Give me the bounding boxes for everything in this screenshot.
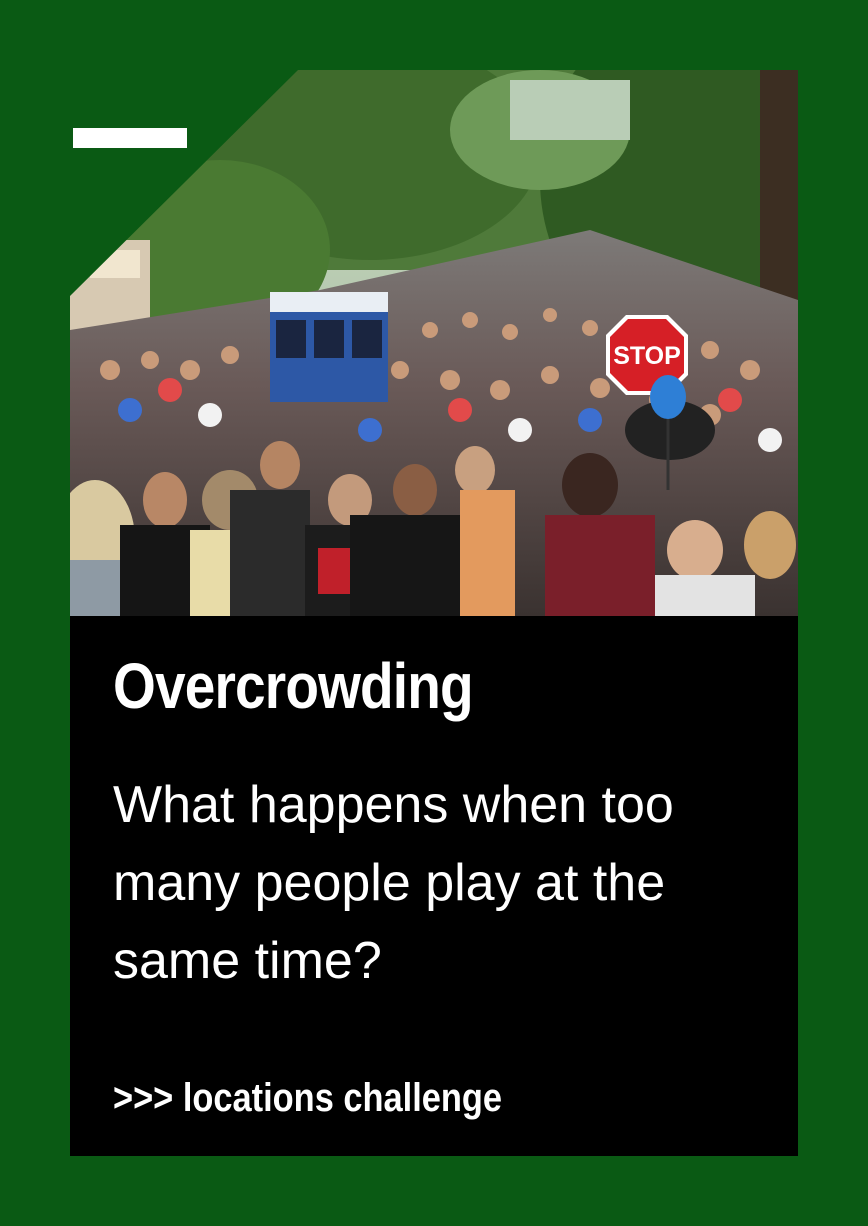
poster-question: What happens when too many people play a… [113, 776, 674, 990]
corner-fold [70, 70, 298, 296]
balloon-icon [650, 375, 686, 419]
corner-accent-bar [73, 128, 187, 148]
text-panel: Overcrowding What happens when too many … [70, 616, 798, 1156]
poster-card: STOP Overcrowding What happens when too … [70, 70, 798, 1156]
poster-title: Overcrowding [113, 650, 474, 722]
stop-sign-label: STOP [613, 342, 681, 370]
challenge-link[interactable]: >>> locations challenge [113, 1078, 502, 1118]
